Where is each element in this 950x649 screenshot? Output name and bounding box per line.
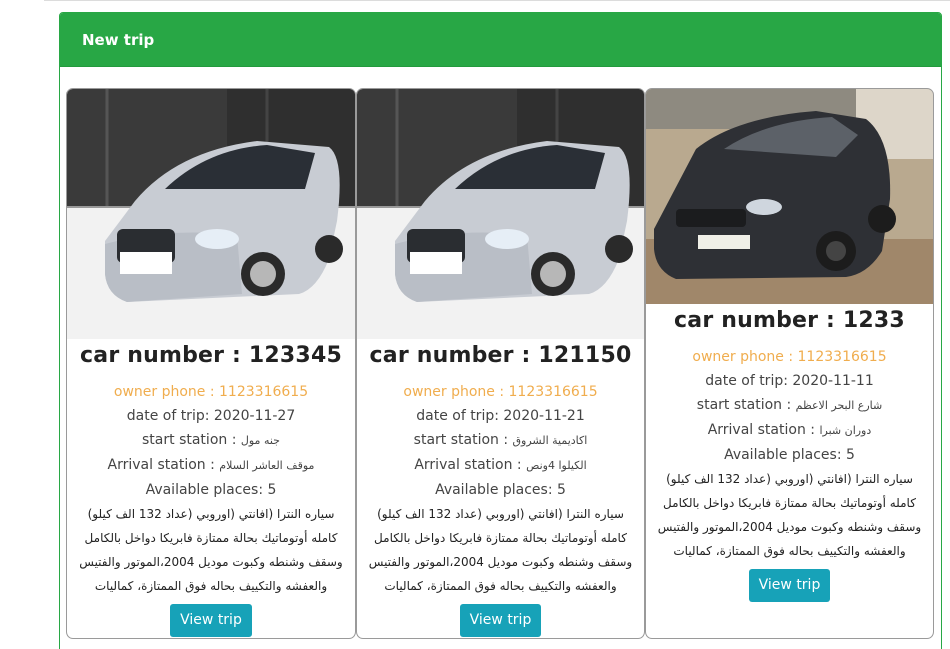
available-places: Available places: 5 (145, 482, 277, 498)
car-number: car number : 1233 (674, 308, 905, 333)
panel-header: New trip (60, 13, 941, 67)
trip-description: سياره النترا (افانتي (اوروبي (عداد 132 ا… (657, 472, 922, 558)
date-of-trip: date of trip: 2020-11-11 (705, 373, 874, 389)
car-photo (646, 89, 933, 304)
view-trip-button[interactable]: View trip (170, 604, 252, 637)
trip-card-1: car number : 123345 owner phone : 112331… (66, 88, 356, 639)
arrival-station-label: Arrival station : (107, 457, 215, 473)
arrival-station-label: Arrival station : (707, 422, 815, 438)
owner-phone: owner phone : 1123316615 (692, 349, 887, 365)
trip-description: سياره النترا (افانتي (اوروبي (عداد 132 ا… (79, 507, 343, 593)
arrival-station: Arrival station : الكيلوا 4ونص (357, 453, 644, 478)
arrival-station-label: Arrival station : (414, 457, 522, 473)
car-photo (357, 89, 644, 339)
arrival-station-value: الكيلوا 4ونص (526, 459, 587, 472)
view-trip-button[interactable]: View trip (748, 569, 831, 602)
trip-description: سياره النترا (افانتي (اوروبي (عداد 132 ا… (368, 507, 633, 593)
start-station: start station : جنه مول (67, 428, 355, 453)
date-of-trip: date of trip: 2020-11-27 (126, 408, 296, 424)
start-station-label: start station : (413, 432, 509, 448)
arrival-station: Arrival station : موقف العاشر السلام (67, 453, 355, 478)
car-photo (67, 89, 355, 339)
panel-title: New trip (82, 30, 155, 49)
start-station-value: جنه مول (240, 434, 280, 447)
trip-card-3: car number : 1233 owner phone : 11233166… (645, 88, 934, 639)
car-number: car number : 121150 (369, 343, 632, 368)
arrival-station: Arrival station : دوران شبرا (646, 418, 933, 443)
start-station: start station : اكاديمية الشروق (357, 428, 644, 453)
owner-phone: owner phone : 1123316615 (403, 384, 598, 400)
start-station-label: start station : (142, 432, 237, 448)
available-places: Available places: 5 (435, 482, 566, 498)
car-number: car number : 123345 (80, 343, 342, 368)
start-station: start station : شارع البحر الاعظم (646, 393, 933, 418)
arrival-station-value: موقف العاشر السلام (219, 459, 315, 472)
start-station-value: اكاديمية الشروق (512, 434, 588, 447)
trip-card-2: car number : 121150 owner phone : 112331… (356, 88, 645, 639)
date-of-trip: date of trip: 2020-11-21 (416, 408, 585, 424)
start-station-value: شارع البحر الاعظم (795, 399, 883, 412)
arrival-station-value: دوران شبرا (819, 424, 872, 437)
view-trip-button[interactable]: View trip (459, 604, 542, 637)
owner-phone: owner phone : 1123316615 (113, 384, 309, 400)
page-top-divider (44, 0, 950, 4)
start-station-label: start station : (696, 397, 792, 413)
available-places: Available places: 5 (724, 447, 855, 463)
